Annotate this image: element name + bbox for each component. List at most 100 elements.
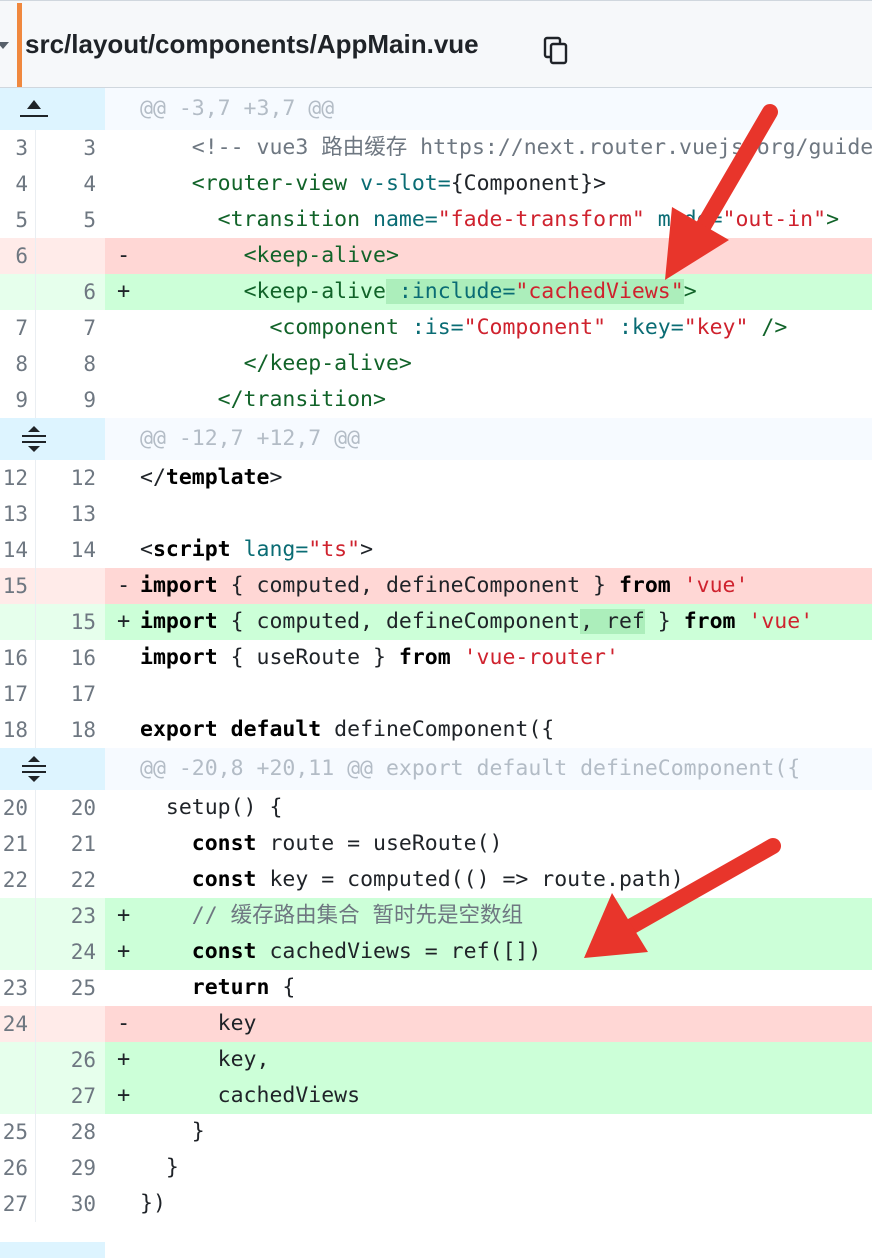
new-line-number[interactable] — [36, 568, 96, 604]
old-line-number[interactable]: 15 — [0, 568, 28, 604]
diff-line: 26 29 } — [0, 1150, 872, 1186]
new-line-number[interactable]: 20 — [36, 790, 96, 826]
old-line-number[interactable]: 26 — [0, 1150, 28, 1186]
diff-line-added: 15 + import { computed, defineComponent, … — [0, 604, 872, 640]
old-line-number[interactable]: 18 — [0, 712, 28, 748]
expand-bottom-bar[interactable] — [0, 1242, 105, 1258]
code-text: import { useRoute } from 'vue-router' — [140, 645, 619, 670]
old-line-number[interactable]: 12 — [0, 460, 28, 496]
deletion-marker: - — [117, 1011, 131, 1036]
old-line-number[interactable]: 6 — [0, 238, 28, 274]
old-line-number[interactable]: 17 — [0, 676, 28, 712]
old-line-number[interactable] — [0, 1042, 28, 1078]
addition-marker: + — [117, 1047, 131, 1072]
old-line-number[interactable]: 20 — [0, 790, 28, 826]
diff-line-deleted: 24 - key — [0, 1006, 872, 1042]
copy-icon[interactable] — [543, 36, 569, 66]
old-line-number[interactable] — [0, 934, 28, 970]
old-line-number[interactable]: 3 — [0, 130, 28, 166]
diff-line: 13 13 — [0, 496, 872, 532]
new-line-number[interactable]: 9 — [36, 382, 96, 418]
old-line-number[interactable]: 13 — [0, 496, 28, 532]
new-line-number[interactable]: 30 — [36, 1186, 96, 1222]
addition-marker: + — [117, 609, 131, 634]
file-path[interactable]: src/layout/components/AppMain.vue — [25, 29, 479, 60]
new-line-number[interactable]: 23 — [36, 898, 96, 934]
old-line-number[interactable]: 4 — [0, 166, 28, 202]
old-line-number[interactable] — [0, 1078, 28, 1114]
diff-line-added: 23 + // 缓存路由集合 暂时先是空数组 — [0, 898, 872, 934]
new-line-number[interactable]: 26 — [36, 1042, 96, 1078]
new-line-number[interactable]: 17 — [36, 676, 96, 712]
old-line-number[interactable]: 22 — [0, 862, 28, 898]
collapse-chevron-icon[interactable] — [0, 42, 9, 49]
diff-line: 5 5 <transition name="fade-transform" mo… — [0, 202, 872, 238]
new-line-number[interactable]: 5 — [36, 202, 96, 238]
old-line-number[interactable]: 7 — [0, 310, 28, 346]
new-line-number[interactable]: 6 — [36, 274, 96, 310]
new-line-number[interactable] — [36, 238, 96, 274]
old-line-number[interactable] — [0, 274, 28, 310]
deletion-marker: - — [117, 573, 131, 598]
new-line-number[interactable]: 7 — [36, 310, 96, 346]
new-line-number[interactable]: 18 — [36, 712, 96, 748]
addition-marker: + — [117, 1083, 131, 1108]
old-line-number[interactable]: 24 — [0, 1006, 28, 1042]
code-text: setup() { — [140, 795, 283, 820]
new-line-number[interactable]: 25 — [36, 970, 96, 1006]
new-line-number[interactable]: 21 — [36, 826, 96, 862]
code-text: export default defineComponent({ — [140, 717, 555, 742]
new-line-number[interactable]: 8 — [36, 346, 96, 382]
old-line-number[interactable]: 5 — [0, 202, 28, 238]
code-text: <router-view v-slot={Component}> — [191, 171, 607, 196]
code-text: <keep-alive :include="cachedViews"> — [243, 279, 697, 304]
new-line-number[interactable]: 22 — [36, 862, 96, 898]
diff-line-added: 27 + cachedViews — [0, 1078, 872, 1114]
old-line-number[interactable]: 23 — [0, 970, 28, 1006]
file-accent-bar — [17, 3, 22, 87]
new-line-number[interactable]: 14 — [36, 532, 96, 568]
hunk-header: @@ -3,7 +3,7 @@ — [0, 88, 872, 130]
expand-both-icon[interactable] — [18, 756, 50, 782]
old-line-number[interactable]: 27 — [0, 1186, 28, 1222]
diff-line: 12 12 </template> — [0, 460, 872, 496]
addition-marker: + — [117, 279, 131, 304]
new-line-number[interactable]: 12 — [36, 460, 96, 496]
expand-up-icon[interactable] — [18, 96, 50, 122]
new-line-number[interactable]: 4 — [36, 166, 96, 202]
old-line-number[interactable]: 21 — [0, 826, 28, 862]
diff-line: 8 8 </keep-alive> — [0, 346, 872, 382]
old-line-number[interactable]: 9 — [0, 382, 28, 418]
old-line-number[interactable]: 14 — [0, 532, 28, 568]
hunk-header-text: @@ -12,7 +12,7 @@ — [140, 426, 361, 451]
code-text: const route = useRoute() — [191, 831, 503, 856]
old-line-number[interactable] — [0, 604, 28, 640]
diff-line: 9 9 </transition> — [0, 382, 872, 418]
new-line-number[interactable]: 28 — [36, 1114, 96, 1150]
diff-line-deleted: 6 - <keep-alive> — [0, 238, 872, 274]
expand-both-icon[interactable] — [18, 426, 50, 452]
diff-line: 27 30 }) — [0, 1186, 872, 1222]
code-text: </keep-alive> — [243, 351, 412, 376]
old-line-number[interactable]: 25 — [0, 1114, 28, 1150]
old-line-number[interactable]: 8 — [0, 346, 28, 382]
diff-line: 4 4 <router-view v-slot={Component}> — [0, 166, 872, 202]
new-line-number[interactable] — [36, 1006, 96, 1042]
new-line-number[interactable]: 24 — [36, 934, 96, 970]
old-line-number[interactable] — [0, 898, 28, 934]
hunk-header: @@ -12,7 +12,7 @@ — [0, 418, 872, 460]
old-line-number[interactable]: 16 — [0, 640, 28, 676]
new-line-number[interactable]: 16 — [36, 640, 96, 676]
new-line-number[interactable]: 13 — [36, 496, 96, 532]
new-line-number[interactable]: 29 — [36, 1150, 96, 1186]
code-text: key — [140, 1011, 257, 1036]
diff-line: 3 3 <!-- vue3 路由缓存 https://next.router.v… — [0, 130, 872, 166]
new-line-number[interactable]: 3 — [36, 130, 96, 166]
new-line-number[interactable]: 15 — [36, 604, 96, 640]
diff-line: 7 7 <component :is="Component" :key="key… — [0, 310, 872, 346]
code-text: <keep-alive> — [243, 243, 399, 268]
hunk-header: @@ -20,8 +20,11 @@ export default define… — [0, 748, 872, 790]
code-text: import { computed, defineComponent } fro… — [140, 573, 749, 598]
new-line-number[interactable]: 27 — [36, 1078, 96, 1114]
addition-marker: + — [117, 939, 131, 964]
